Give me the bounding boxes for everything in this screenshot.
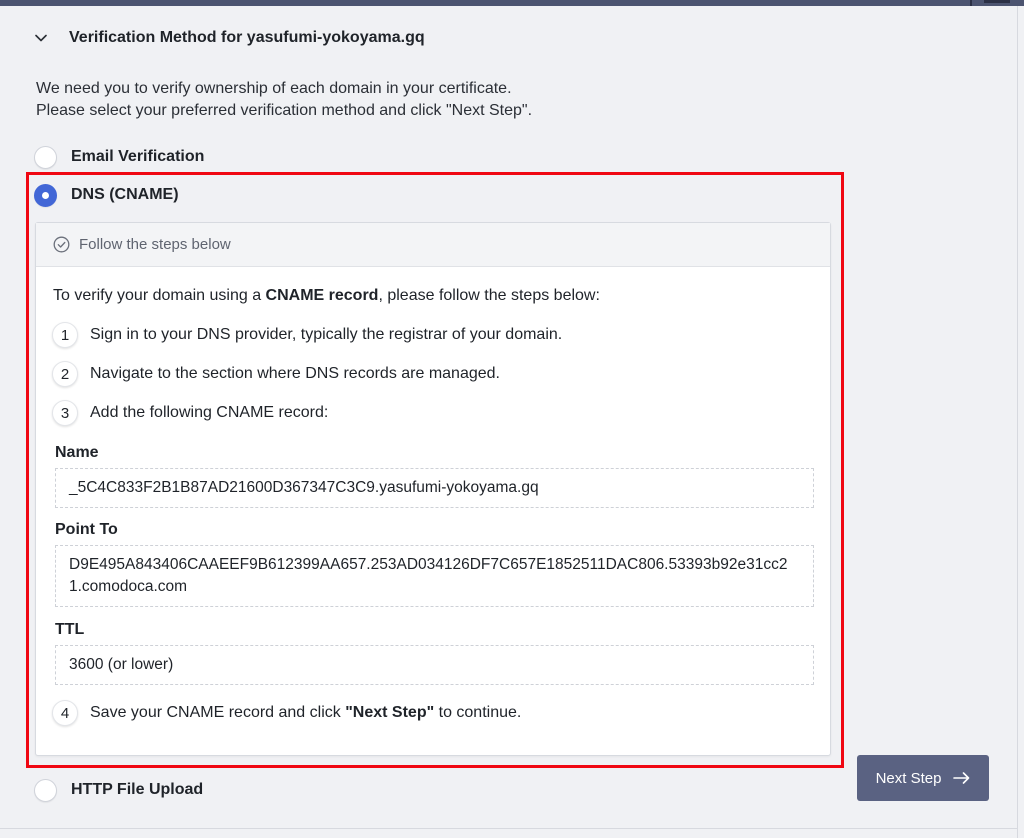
step-text-bold: "Next Step" [345,704,435,721]
ttl-label: TTL [55,621,85,638]
step-text-suffix: to continue. [434,704,522,721]
name-value[interactable]: _5C4C833F2B1B87AD21600D367347C3C9.yasufu… [55,468,814,508]
step-number: 2 [52,361,78,387]
card-header: Follow the steps below [36,223,830,267]
steps-intro-prefix: To verify your domain using a [53,287,266,304]
menu-handle-icon[interactable] [970,0,1024,6]
card-header-text: Follow the steps below [79,236,231,253]
step-number: 3 [52,400,78,426]
divider [1017,6,1018,838]
intro-line: Please select your preferred verificatio… [36,102,533,119]
step-text-prefix: Save your CNAME record and click [90,704,346,721]
email-radio[interactable] [34,145,57,169]
step-text: Add the following CNAME record: [90,404,329,421]
name-label: Name [55,444,99,461]
steps-intro-bold: CNAME record [265,287,379,304]
step-text: Save your CNAME record and click "Next S… [90,704,521,722]
section-header[interactable]: Verification Method for yasufumi-yokoyam… [34,26,425,50]
intro-line: We need you to verify ownership of each … [36,80,512,97]
arrow-right-icon [953,772,970,784]
step-1: 1 Sign in to your DNS provider, typicall… [52,322,562,348]
point-to-label: Point To [55,521,118,538]
step-4: 4 Save your CNAME record and click "Next… [52,700,521,726]
chevron-down-icon[interactable] [34,31,48,45]
intro-text: We need you to verify ownership of each … [36,78,532,122]
dns-instructions-card: Follow the steps below To verify your do… [35,222,831,756]
check-circle-icon [53,236,70,253]
steps-intro: To verify your domain using a CNAME reco… [53,287,600,305]
steps-intro-suffix: , please follow the steps below: [378,287,600,304]
step-number: 4 [52,700,78,726]
step-3: 3 Add the following CNAME record: [52,400,328,426]
http-radio[interactable] [34,778,57,802]
step-number: 1 [52,322,78,348]
next-step-label: Next Step [875,769,942,787]
section-title: Verification Method for yasufumi-yokoyam… [69,29,425,46]
point-to-value[interactable]: D9E495A843406CAAEEF9B612399AA657.253AD03… [55,545,814,607]
step-text: Sign in to your DNS provider, typically … [90,326,563,343]
divider [0,828,1017,829]
step-text: Navigate to the section where DNS record… [90,365,500,382]
http-radio-label[interactable]: HTTP File Upload [71,781,203,799]
ttl-value[interactable]: 3600 (or lower) [55,645,814,685]
next-step-button[interactable]: Next Step [857,755,989,801]
top-bar [0,0,1024,6]
method-http-option[interactable]: HTTP File Upload [34,778,203,802]
email-radio-label[interactable]: Email Verification [71,148,204,166]
step-2: 2 Navigate to the section where DNS reco… [52,361,500,387]
method-email-option[interactable]: Email Verification [34,145,204,169]
